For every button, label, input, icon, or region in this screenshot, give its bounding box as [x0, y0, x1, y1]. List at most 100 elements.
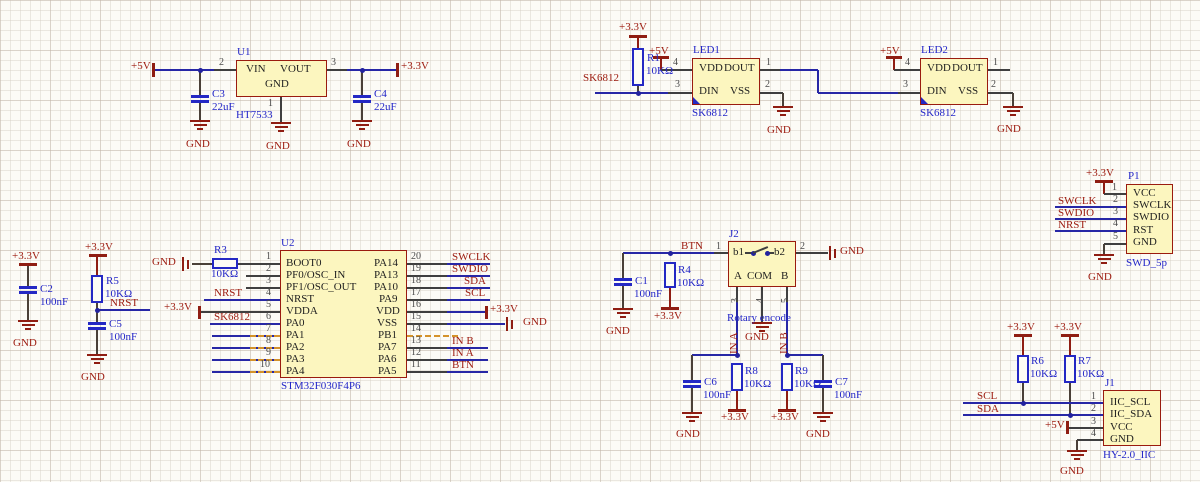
net-label: NRST [214, 288, 242, 300]
gnd-symbol-icon [820, 420, 826, 422]
net-label: +3.3V [164, 302, 192, 314]
wire [447, 311, 486, 313]
capacitor-symbol-C1[interactable] [614, 283, 632, 286]
pin-number: 3 [903, 80, 908, 91]
wire [760, 92, 783, 94]
resistor-symbol-R7[interactable] [1064, 355, 1076, 383]
pin-name: PF0/OSC_IN [286, 270, 345, 282]
pin-name: DOUT [724, 63, 755, 75]
pin-number: 2 [991, 80, 996, 91]
wire [96, 303, 98, 322]
power-bar-icon [629, 35, 647, 38]
capacitor-symbol-C6[interactable] [683, 385, 701, 388]
wire [1069, 335, 1071, 355]
gnd-symbol-icon [356, 124, 369, 126]
component-label: U1 [237, 47, 250, 59]
pin-number: 4 [1113, 219, 1118, 230]
pin-name: GND [1110, 434, 1134, 446]
wire [1012, 93, 1014, 106]
wire [822, 388, 824, 412]
resistor-symbol-R6[interactable] [1017, 355, 1029, 383]
capacitor-symbol-C4[interactable] [353, 100, 371, 103]
wire [622, 286, 624, 308]
capacitor-symbol-C3[interactable] [191, 100, 209, 103]
resistor-symbol-R1[interactable] [632, 48, 644, 86]
pin-name: BOOT0 [286, 258, 321, 270]
wire [787, 354, 823, 356]
pin1-marker-icon [693, 97, 700, 104]
pin-name: PA10 [374, 282, 398, 294]
component-label: R9 [795, 366, 808, 378]
wire [192, 263, 212, 265]
power-bar-icon [1014, 334, 1032, 337]
component-label: LED2 [921, 45, 948, 57]
net-label: +3.3V [654, 311, 682, 323]
capacitor-symbol-C6[interactable] [683, 380, 701, 383]
gnd-bar-icon [511, 320, 513, 329]
wire [692, 354, 737, 356]
wire [898, 92, 920, 94]
component-label: Rotary encode [727, 313, 791, 325]
noconnect-wire [250, 371, 280, 373]
wire [199, 70, 201, 95]
net-label: SWDIO [1058, 208, 1094, 220]
resistor-symbol-R8[interactable] [731, 363, 743, 391]
capacitor-symbol-C5[interactable] [88, 322, 106, 325]
pin-name: PA9 [379, 294, 398, 306]
pin1-marker-icon [921, 97, 928, 104]
resistor-symbol-R9[interactable] [781, 363, 793, 391]
resistor-symbol-R4[interactable] [664, 262, 676, 288]
wire [822, 355, 824, 380]
net-label: GND [266, 141, 290, 153]
component-label: 10KΩ [744, 379, 771, 391]
wire [407, 371, 447, 373]
pin-name: VIN [246, 64, 266, 76]
power-bar-icon [89, 254, 107, 257]
wire [27, 264, 29, 286]
net-label: GND [152, 257, 176, 269]
capacitor-symbol-C4[interactable] [353, 95, 371, 98]
component-label: R6 [1031, 356, 1044, 368]
net-label: GND [745, 332, 769, 344]
pin-name: PA13 [374, 270, 398, 282]
pin-number: 1 [766, 58, 771, 69]
gnd-symbol-icon [773, 106, 793, 108]
capacitor-symbol-C2[interactable] [19, 291, 37, 294]
net-label: +3.3V [771, 412, 799, 424]
junction-dot [668, 251, 673, 256]
component-label: 10KΩ [211, 269, 238, 281]
gnd-symbol-icon [197, 128, 203, 130]
pin-name: b1 [733, 247, 744, 259]
component-label: C3 [212, 89, 225, 101]
junction-dot [765, 251, 770, 256]
pin-number: 13 [411, 336, 421, 347]
resistor-symbol-R5[interactable] [91, 275, 103, 303]
capacitor-symbol-C1[interactable] [614, 278, 632, 281]
wire [347, 69, 397, 71]
pin-number: 15 [411, 312, 421, 323]
wire [27, 294, 29, 320]
net-label: +3.3V [1007, 322, 1035, 334]
gnd-symbol-icon [352, 120, 372, 122]
gnd-symbol-icon [613, 308, 633, 310]
wire [1076, 440, 1078, 450]
wire [96, 330, 98, 354]
component-label: P1 [1128, 171, 1140, 183]
gnd-symbol-icon [1094, 254, 1114, 256]
pin-number: 8 [266, 336, 271, 347]
component-label: 10KΩ [1030, 369, 1057, 381]
net-label: +3.3V [85, 242, 113, 254]
pin-number: 20 [411, 252, 421, 263]
wire [817, 70, 819, 93]
capacitor-symbol-C5[interactable] [88, 327, 106, 330]
pin-name: PA2 [286, 342, 305, 354]
capacitor-symbol-C3[interactable] [191, 95, 209, 98]
wire [894, 69, 920, 71]
junction-dot [1021, 401, 1026, 406]
gnd-symbol-icon [780, 114, 786, 116]
gnd-symbol-icon [25, 328, 31, 330]
component-label: J1 [1105, 378, 1115, 390]
pin-name: VDD [376, 306, 400, 318]
component-label: 100nF [834, 390, 862, 402]
capacitor-symbol-C2[interactable] [19, 286, 37, 289]
